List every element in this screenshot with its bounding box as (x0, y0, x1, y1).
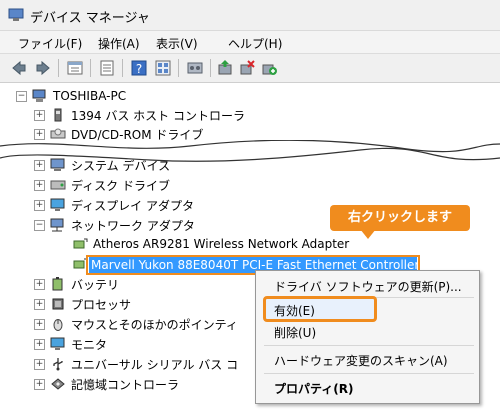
update-driver-icon[interactable] (216, 59, 234, 77)
tree-item-label: Atheros AR9281 Wireless Network Adapter (93, 237, 350, 251)
menu-properties[interactable]: プロパティ(R) (274, 380, 354, 397)
tree-item-usb[interactable]: + ユニバーサル シリアル バス コ (34, 355, 238, 373)
tree-item-network-adapters[interactable]: − ネットワーク アダプタ (34, 216, 195, 234)
tree-item-label: ネットワーク アダプタ (71, 218, 195, 233)
expand-icon[interactable]: + (34, 159, 45, 171)
expand-icon[interactable]: + (34, 278, 45, 290)
tree-item-processors[interactable]: + プロセッサ (34, 295, 131, 313)
menu-separator (264, 345, 474, 346)
tree-item-label: ディスク ドライブ (71, 178, 170, 193)
expand-icon[interactable]: + (34, 199, 45, 211)
toolbar-separator (210, 59, 211, 77)
toolbar-separator (90, 59, 91, 77)
collapse-icon[interactable]: − (34, 219, 45, 231)
expand-icon[interactable]: + (34, 378, 45, 390)
tree-item-system-devices[interactable]: + システム デバイス (34, 156, 170, 174)
callout-pointer (360, 229, 376, 239)
uninstall-icon[interactable] (238, 59, 256, 77)
tree-item-label: プロセッサ (71, 297, 132, 312)
tree-item-1394[interactable]: + 1394 バス ホスト コントローラ (34, 106, 245, 124)
tree-item-mice[interactable]: + マウスとそのほかのポインティ (34, 315, 238, 333)
tree-root[interactable]: − TOSHIBA-PC (16, 87, 126, 105)
network-adapter-icon (50, 218, 64, 232)
tree-root-label: TOSHIBA-PC (53, 89, 127, 103)
hardware-icon[interactable] (186, 59, 204, 77)
expand-icon[interactable]: + (34, 179, 45, 191)
menu-update-driver[interactable]: ドライバ ソフトウェアの更新(P)... (274, 278, 462, 295)
context-menu: ドライバ ソフトウェアの更新(P)... 有効(E) 削除(U) ハードウェア変… (255, 270, 480, 404)
tree-item-storage-controllers[interactable]: + 記憶域コントローラ (34, 375, 179, 393)
disk-drive-icon (50, 180, 66, 190)
menu-help[interactable]: ヘルプ(H) (228, 35, 282, 52)
expand-icon[interactable]: + (34, 318, 45, 330)
menu-delete[interactable]: 削除(U) (274, 324, 316, 341)
tree-item-label: マウスとそのほかのポインティ (71, 317, 238, 332)
menu-action[interactable]: 操作(A) (98, 35, 140, 52)
expand-icon[interactable]: + (34, 109, 45, 121)
dvd-drive-icon (50, 128, 66, 139)
tree-item-monitors[interactable]: + モニタ (34, 335, 107, 353)
tree-item-label: ディスプレイ アダプタ (71, 198, 194, 213)
device-manager-icon (8, 8, 24, 21)
collapse-icon[interactable]: − (16, 90, 27, 102)
processor-icon (52, 298, 64, 310)
menu-bar: ファイル(F) 操作(A) 表示(V) ヘルプ(H) (0, 31, 500, 53)
tree-item-display-adapters[interactable]: + ディスプレイ アダプタ (34, 196, 194, 214)
tree-item-label: モニタ (71, 337, 108, 352)
back-icon[interactable] (10, 59, 28, 77)
right-click-callout: 右クリックします (330, 205, 470, 231)
battery-icon (52, 277, 63, 291)
network-card-icon (73, 238, 88, 249)
title-bar: デバイス マネージャ (0, 0, 500, 31)
tree-item-label: 1394 バス ホスト コントローラ (71, 108, 245, 123)
bus-controller-icon (54, 108, 62, 122)
enable-device-icon[interactable] (260, 59, 278, 77)
properties-icon[interactable] (66, 59, 84, 77)
toolbar-separator (178, 59, 179, 77)
list-icon[interactable] (98, 59, 116, 77)
storage-controller-icon (51, 378, 65, 390)
toolbar-separator (58, 59, 59, 77)
expand-icon[interactable]: + (34, 298, 45, 310)
toolbar: ? (0, 53, 500, 83)
system-devices-icon (50, 158, 65, 171)
monitor-icon (50, 337, 65, 350)
expand-icon[interactable]: + (34, 128, 45, 140)
menu-scan-hardware[interactable]: ハードウェア変更のスキャン(A) (274, 352, 448, 369)
menu-view[interactable]: 表示(V) (156, 35, 198, 52)
expand-icon[interactable]: + (34, 358, 45, 370)
expand-icon[interactable]: + (34, 338, 45, 350)
toolbar-separator (122, 59, 123, 77)
window-title: デバイス マネージャ (30, 11, 150, 26)
menu-file[interactable]: ファイル(F) (18, 35, 82, 52)
tree-item-label: ユニバーサル シリアル バス コ (71, 357, 239, 372)
forward-icon[interactable] (34, 59, 52, 77)
display-adapter-icon (50, 198, 65, 211)
menu-enable[interactable]: 有効(E) (274, 302, 315, 319)
usb-icon (53, 358, 63, 371)
svg-text:?: ? (136, 62, 142, 76)
tree-item-label: 記憶域コントローラ (71, 377, 180, 392)
view-icon[interactable] (154, 59, 172, 77)
tree-item-atheros[interactable]: Atheros AR9281 Wireless Network Adapter (72, 235, 349, 253)
menu-separator (264, 373, 474, 374)
tree-item-disk-drives[interactable]: + ディスク ドライブ (34, 176, 170, 194)
tree-item-battery[interactable]: + バッテリ (34, 275, 119, 293)
help-icon[interactable]: ? (130, 59, 148, 77)
mouse-icon (53, 319, 63, 331)
tree-item-label: バッテリ (71, 277, 120, 292)
computer-icon (32, 89, 46, 102)
tree-item-label: システム デバイス (71, 158, 171, 173)
